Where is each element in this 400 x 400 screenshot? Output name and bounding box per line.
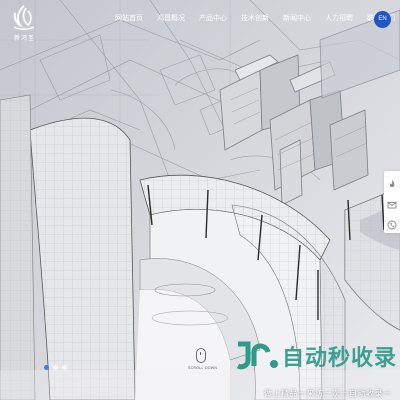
header-bar: 新鸿圣 网站首页 鸿昌概况 产品中心 技术创新 新闻中心 人力招聘 联系我们 E… bbox=[0, 0, 400, 42]
logo-mark-icon bbox=[13, 5, 35, 30]
main-nav: 网站首页 鸿昌概况 产品中心 技术创新 新闻中心 人力招聘 联系我们 bbox=[108, 14, 400, 24]
brand-name: 新鸿圣 bbox=[14, 36, 36, 42]
watermark-logo-icon bbox=[236, 341, 278, 370]
nav-item-innovation[interactable]: 技术创新 bbox=[234, 14, 276, 24]
watermark-title: 自动秒收录 bbox=[282, 345, 398, 370]
watermark-overlay: 自动秒收录 做上精品一来访一次一自动收录一 bbox=[232, 338, 400, 400]
nav-item-home[interactable]: 网站首页 bbox=[108, 14, 150, 24]
brand-logo[interactable]: 新鸿圣 bbox=[6, 3, 42, 42]
watermark-subtitle: 做上精品一来访一次一自动收录一 bbox=[264, 389, 392, 398]
nav-item-news[interactable]: 新闻中心 bbox=[276, 14, 318, 24]
scroll-down-hint[interactable]: SCROLL DOWN bbox=[188, 348, 218, 370]
floating-toolbar bbox=[384, 171, 400, 233]
mail-icon[interactable] bbox=[387, 197, 397, 209]
carousel-pagination bbox=[44, 365, 67, 370]
mouse-icon bbox=[196, 348, 206, 363]
carousel-dot[interactable] bbox=[53, 365, 58, 370]
language-switch-button[interactable]: EN bbox=[374, 11, 391, 28]
scroll-down-label: SCROLL DOWN bbox=[188, 366, 218, 370]
nav-item-overview[interactable]: 鸿昌概况 bbox=[150, 14, 192, 24]
nav-item-careers[interactable]: 人力招聘 bbox=[318, 14, 360, 24]
nav-item-products[interactable]: 产品中心 bbox=[192, 14, 234, 24]
carousel-dot[interactable] bbox=[62, 365, 67, 370]
fire-icon[interactable] bbox=[387, 176, 397, 188]
phone-icon[interactable] bbox=[387, 217, 397, 230]
hero-stage: 新鸿圣 网站首页 鸿昌概况 产品中心 技术创新 新闻中心 人力招聘 联系我们 E… bbox=[0, 0, 400, 400]
carousel-dot[interactable] bbox=[44, 365, 49, 370]
